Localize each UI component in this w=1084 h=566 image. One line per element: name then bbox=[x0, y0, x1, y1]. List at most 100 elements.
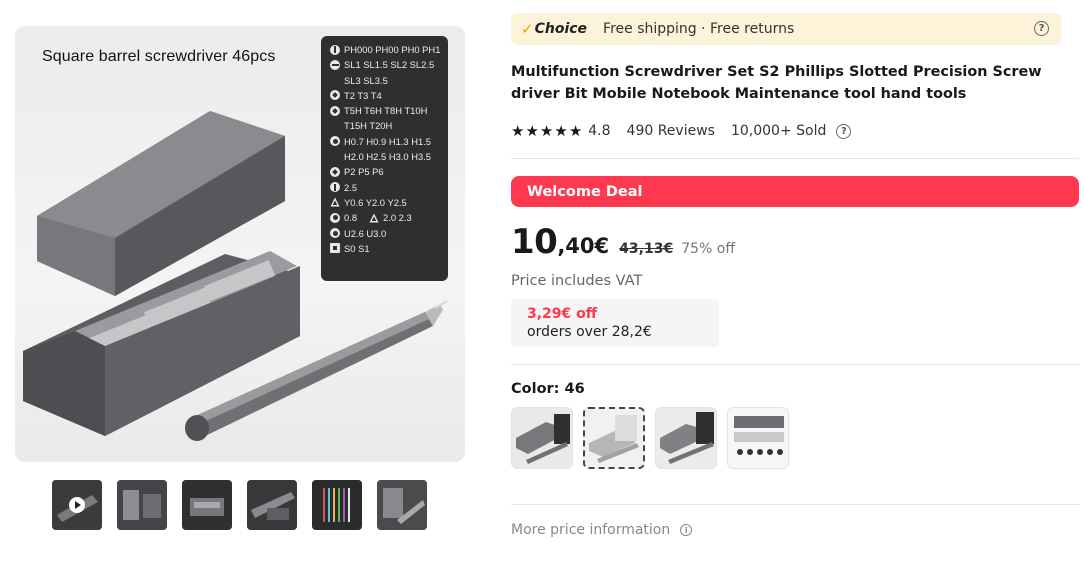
thumbnail-image-2[interactable] bbox=[117, 480, 167, 530]
bit-list-text: Y0.6 Y2.0 Y2.5 bbox=[344, 196, 407, 208]
star-bit-icon bbox=[330, 166, 340, 177]
thumbnail-image bbox=[117, 480, 167, 530]
swatch-image bbox=[656, 408, 716, 468]
coupon-card[interactable]: 3,29€ off orders over 28,2€ bbox=[511, 299, 719, 347]
swatch-image bbox=[728, 408, 788, 468]
sold-count: 10,000+ Sold bbox=[730, 123, 827, 139]
price-integer: 10 bbox=[511, 222, 558, 262]
bit-list-text: T2 T3 T4 bbox=[344, 89, 382, 101]
bit-list-row: T15H T20H bbox=[330, 118, 444, 133]
bit-list-text: H0.7 H0.9 H1.3 H1.5 bbox=[344, 135, 432, 147]
bit-list-text: 2.5 bbox=[344, 181, 358, 193]
bit-list-text: T5H T6H T8H T10H bbox=[344, 105, 428, 117]
hex-bit-icon bbox=[330, 136, 340, 147]
product-title: Multifunction Screwdriver Set S2 Phillip… bbox=[511, 64, 1042, 102]
divider bbox=[511, 364, 1079, 365]
thumbnail-image bbox=[377, 480, 427, 530]
price-decimal: ,40€ bbox=[557, 234, 610, 258]
bit-list-row: P2 P5 P6 bbox=[330, 164, 444, 179]
bit-list-row: H2.0 H2.5 H3.0 H3.5 bbox=[330, 149, 444, 164]
bit-list-row: S0 S1 bbox=[330, 241, 444, 256]
bit-list-row: SL1 SL1.5 SL2 SL2.5 bbox=[330, 57, 444, 72]
hex-bit-icon bbox=[330, 212, 340, 223]
star-icon: ★ bbox=[511, 122, 525, 140]
welcome-deal-banner: Welcome Deal bbox=[511, 176, 1079, 207]
more-price-info[interactable]: More price information i bbox=[511, 522, 693, 538]
checkmark-icon: ✓ bbox=[521, 20, 534, 38]
bit-list-text: U2.6 U3.0 bbox=[344, 227, 387, 239]
sq-bit-icon bbox=[330, 243, 340, 254]
rating-score: 4.8 bbox=[588, 123, 611, 139]
color-option[interactable] bbox=[511, 407, 573, 469]
original-price: 43,13€ bbox=[619, 241, 674, 257]
bit-list-row: T5H T6H T8H T10H bbox=[330, 103, 444, 118]
swatch-image bbox=[585, 409, 643, 467]
image-caption: Square barrel screwdriver 46pcs bbox=[42, 48, 276, 65]
question-icon[interactable]: ? bbox=[836, 123, 852, 139]
bit-list-text: H2.0 H2.5 H3.0 H3.5 bbox=[344, 151, 432, 163]
thumbnail-image bbox=[182, 480, 232, 530]
more-price-label: More price information bbox=[511, 522, 671, 538]
ph-bit-icon bbox=[330, 44, 340, 55]
rating-stars[interactable]: ★ ★ ★ ★ ★ bbox=[511, 122, 582, 140]
thumbnail-image-6[interactable] bbox=[377, 480, 427, 530]
color-label: Color: 46 bbox=[511, 381, 585, 397]
color-option[interactable] bbox=[655, 407, 717, 469]
star-bit-icon bbox=[330, 90, 340, 101]
bit-list-text: SL1 SL1.5 SL2 SL2.5 bbox=[344, 59, 435, 71]
bit-list-text: T15H T20H bbox=[344, 120, 393, 132]
choice-banner[interactable]: ✓ Choice Free shipping · Free returns ? bbox=[511, 13, 1061, 45]
tri-bit-icon bbox=[330, 197, 340, 207]
bit-list-row: SL3 SL3.5 bbox=[330, 73, 444, 88]
thumbnail-video[interactable] bbox=[52, 480, 102, 530]
color-option-selected[interactable] bbox=[583, 407, 645, 469]
coupon-condition: orders over 28,2€ bbox=[527, 324, 652, 340]
coupon-amount: 3,29€ off bbox=[527, 306, 598, 322]
thumbnail-image bbox=[247, 480, 297, 530]
bit-list-row: U2.6 U3.0 bbox=[330, 226, 444, 241]
bit-list-text: SL3 SL3.5 bbox=[344, 74, 388, 86]
hex-bit-icon bbox=[330, 228, 340, 239]
bit-list-text: P2 P5 P6 bbox=[344, 166, 384, 178]
bit-list-text: 0.8 bbox=[344, 212, 358, 224]
thumbnail-image-5[interactable] bbox=[312, 480, 362, 530]
star-icon: ★ bbox=[525, 122, 539, 140]
info-icon: i bbox=[680, 524, 693, 536]
bit-list-text: S0 S1 bbox=[344, 242, 370, 254]
star-icon: ★ bbox=[554, 122, 568, 140]
bit-list-row: 2.5 bbox=[330, 180, 444, 195]
bit-list-row: T2 T3 T4 bbox=[330, 88, 444, 103]
color-swatches bbox=[511, 407, 789, 469]
thumbnail-image-3[interactable] bbox=[182, 480, 232, 530]
sl-bit-icon bbox=[330, 59, 340, 70]
divider bbox=[511, 504, 1079, 505]
deal-label: Welcome Deal bbox=[527, 183, 643, 200]
bit-list-row: H0.7 H0.9 H1.3 H1.5 bbox=[330, 134, 444, 149]
shipping-returns-text: Free shipping · Free returns bbox=[603, 21, 795, 37]
bit-list-text: 2.0 2.3 bbox=[383, 212, 412, 224]
star-icon: ★ bbox=[568, 122, 583, 140]
star-bit-icon bbox=[330, 105, 340, 116]
bit-list-row: Y0.6 Y2.0 Y2.5 bbox=[330, 195, 444, 210]
main-product-image[interactable]: Square barrel screwdriver 46pcs PH000 PH… bbox=[15, 26, 465, 462]
star-icon: ★ bbox=[539, 122, 554, 140]
divider bbox=[511, 158, 1079, 159]
thumbnail-image-4[interactable] bbox=[247, 480, 297, 530]
bit-list-text: PH000 PH00 PH0 PH1 bbox=[344, 44, 441, 55]
discount-percent: 75% off bbox=[681, 241, 735, 257]
choice-label: Choice bbox=[534, 21, 588, 37]
play-icon bbox=[69, 497, 85, 513]
color-option[interactable] bbox=[727, 407, 789, 469]
thumbnail-image bbox=[312, 480, 362, 530]
rating-row: ★ ★ ★ ★ ★ 4.8 490 Reviews 10,000+ Sold ? bbox=[511, 122, 852, 140]
question-icon[interactable]: ? bbox=[1034, 21, 1049, 36]
swatch-image bbox=[512, 408, 572, 468]
vat-note: Price includes VAT bbox=[511, 273, 643, 289]
tri-bit-icon bbox=[369, 213, 379, 223]
bit-list-row: 0.8 2.0 2.3 bbox=[330, 210, 444, 225]
reviews-link[interactable]: 490 Reviews bbox=[627, 123, 715, 139]
bit-list-row: PH000 PH00 PH0 PH1 bbox=[330, 42, 444, 57]
